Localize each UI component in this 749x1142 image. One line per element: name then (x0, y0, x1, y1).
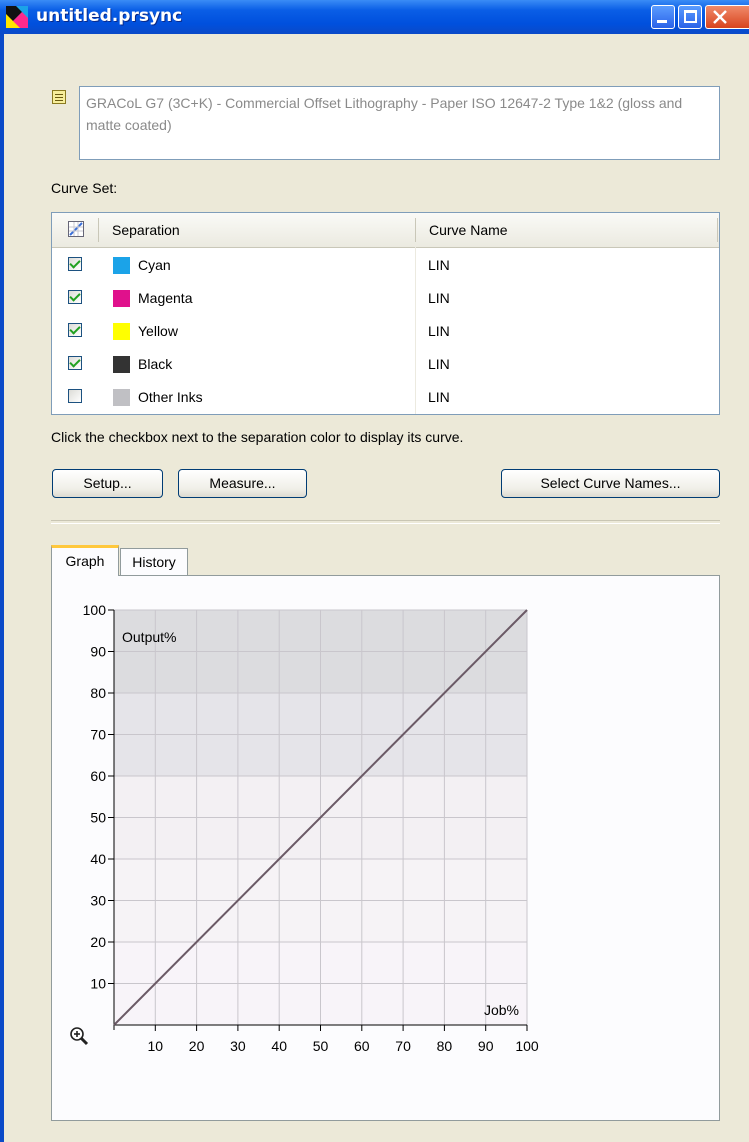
curve-name[interactable]: LIN (428, 282, 450, 315)
y-tick-label: 70 (90, 727, 106, 743)
app-icon (6, 6, 28, 28)
x-tick-label: 40 (271, 1038, 287, 1054)
column-header-curve-name[interactable]: Curve Name (429, 213, 508, 247)
x-tick-label: 90 (478, 1038, 494, 1054)
curve-set-label: Curve Set: (51, 180, 118, 196)
table-row[interactable]: Yellow LIN (52, 315, 719, 348)
cyan-checkbox[interactable] (68, 257, 82, 271)
x-axis-label: Job% (484, 1002, 519, 1018)
curve-chart[interactable]: 10 20 30 40 50 60 70 80 90 100 10 20 30 40 50 60 70 80 90 1… (52, 576, 719, 1120)
table-header: Separation Curve Name (52, 213, 719, 248)
description-field[interactable]: GRACoL G7 (3C+K) - Commercial Offset Lit… (79, 86, 720, 160)
separation-name: Yellow (138, 323, 178, 339)
close-button[interactable] (705, 5, 749, 29)
y-axis-label: Output% (122, 629, 176, 645)
y-tick-label: 50 (90, 810, 106, 826)
magenta-checkbox[interactable] (68, 290, 82, 304)
x-tick-label: 60 (354, 1038, 370, 1054)
magenta-swatch (113, 290, 130, 307)
curve-set-table: Separation Curve Name Cyan LIN Magenta L… (51, 212, 720, 415)
close-icon (713, 10, 727, 24)
application-window: untitled.prsync GRACoL G7 (3C+K) - Comme… (0, 0, 749, 1142)
curve-name[interactable]: LIN (428, 381, 450, 414)
y-tick-label: 100 (83, 602, 107, 618)
title-bar[interactable]: untitled.prsync (0, 0, 749, 34)
x-tick-label: 70 (395, 1038, 411, 1054)
separation-name: Black (138, 356, 173, 372)
select-curve-names-button[interactable]: Select Curve Names... (501, 469, 720, 498)
cyan-swatch (113, 257, 130, 274)
measure-button[interactable]: Measure... (178, 469, 307, 498)
divider (51, 520, 720, 524)
separation-name: Other Inks (138, 389, 203, 405)
note-icon[interactable] (52, 90, 66, 104)
maximize-icon (684, 10, 697, 23)
graph-panel: 10 20 30 40 50 60 70 80 90 100 10 20 30 40 50 60 70 80 90 1… (51, 575, 720, 1121)
x-tick-label: 100 (515, 1038, 539, 1054)
separation-name: Cyan (138, 257, 171, 273)
y-tick-label: 40 (90, 851, 106, 867)
tab-graph[interactable]: Graph (51, 545, 119, 576)
x-tick-label: 10 (148, 1038, 164, 1054)
tab-history[interactable]: History (120, 548, 188, 578)
black-checkbox[interactable] (68, 356, 82, 370)
curve-name[interactable]: LIN (428, 249, 450, 282)
x-tick-label: 20 (189, 1038, 205, 1054)
window-title: untitled.prsync (36, 6, 183, 26)
yellow-checkbox[interactable] (68, 323, 82, 337)
separation-name: Magenta (138, 290, 193, 306)
x-tick-label: 30 (230, 1038, 246, 1054)
y-tick-label: 60 (90, 768, 106, 784)
hint-text: Click the checkbox next to the separatio… (51, 429, 464, 445)
y-tick-label: 80 (90, 685, 106, 701)
y-tick-label: 90 (90, 644, 106, 660)
maximize-button[interactable] (678, 5, 702, 29)
x-tick-label: 80 (437, 1038, 453, 1054)
curve-name[interactable]: LIN (428, 315, 450, 348)
minimize-icon (657, 20, 667, 23)
yellow-swatch (113, 323, 130, 340)
window-border-left (0, 34, 4, 1142)
table-row[interactable]: Cyan LIN (52, 249, 719, 282)
curve-name[interactable]: LIN (428, 348, 450, 381)
other-inks-checkbox[interactable] (68, 389, 82, 403)
curve-icon[interactable] (68, 221, 84, 237)
x-tick-label: 50 (313, 1038, 329, 1054)
table-row[interactable]: Black LIN (52, 348, 719, 381)
zoom-in-icon[interactable] (70, 1027, 89, 1046)
setup-button[interactable]: Setup... (52, 469, 163, 498)
minimize-button[interactable] (651, 5, 675, 29)
table-row[interactable]: Magenta LIN (52, 282, 719, 315)
column-header-separation[interactable]: Separation (112, 213, 180, 247)
black-swatch (113, 356, 130, 373)
y-tick-label: 20 (90, 934, 106, 950)
y-tick-label: 30 (90, 893, 106, 909)
table-row[interactable]: Other Inks LIN (52, 381, 719, 414)
y-tick-label: 10 (90, 976, 106, 992)
other-inks-swatch (113, 389, 130, 406)
